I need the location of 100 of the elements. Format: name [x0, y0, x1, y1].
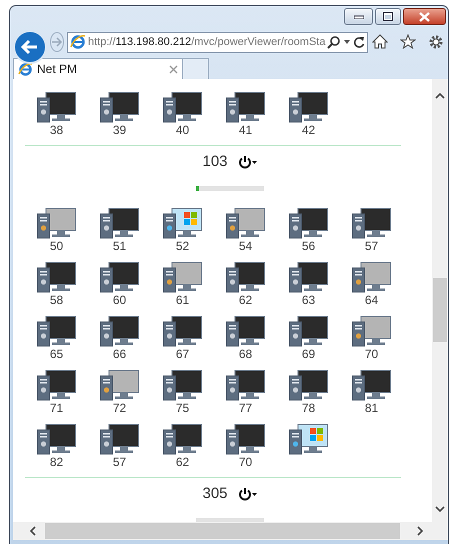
settings-icon[interactable]: [428, 34, 444, 50]
progress-bar: [196, 186, 264, 191]
computer-icon[interactable]: [288, 316, 328, 347]
computer-number: 51: [112, 239, 126, 253]
close-icon: [419, 12, 430, 22]
computer-icon[interactable]: [100, 370, 140, 401]
browser-tab[interactable]: Net PM: [13, 58, 183, 79]
computer-icon[interactable]: [226, 262, 266, 293]
horizontal-scrollbar[interactable]: [13, 522, 448, 540]
computer-icon[interactable]: [36, 370, 76, 401]
power-menu-button[interactable]: [238, 487, 258, 501]
computer-icon[interactable]: [100, 208, 140, 239]
computer-number: 57: [112, 455, 126, 469]
computer-number: 57: [364, 239, 378, 253]
scroll-left-icon[interactable]: [29, 526, 37, 536]
search-icon[interactable]: [327, 35, 342, 49]
scroll-up-icon[interactable]: [435, 92, 445, 100]
refresh-icon[interactable]: [353, 36, 366, 48]
computer-number: 70: [364, 347, 378, 361]
computer-icon[interactable]: [288, 92, 328, 123]
computer-number: 75: [176, 401, 190, 415]
scroll-down-icon[interactable]: [435, 505, 445, 513]
computer-number: 41: [238, 123, 252, 137]
computer-icon[interactable]: [162, 208, 202, 239]
computer-icon[interactable]: [162, 370, 202, 401]
computer-number: 42: [302, 123, 316, 137]
computer-number: 40: [176, 123, 190, 137]
computer-number: 50: [50, 239, 64, 253]
computer-number: 38: [50, 123, 64, 137]
computer-number: 72: [112, 401, 126, 415]
power-menu-button[interactable]: [238, 155, 258, 169]
caret-icon[interactable]: [343, 39, 352, 45]
scroll-thumb[interactable]: [433, 278, 447, 342]
minimize-button[interactable]: [344, 8, 373, 25]
computer-icon[interactable]: [226, 92, 266, 123]
computer-number: 82: [50, 455, 64, 469]
computer-icon[interactable]: [100, 262, 140, 293]
computer-icon[interactable]: [288, 208, 328, 239]
computer-icon[interactable]: [352, 208, 392, 239]
computer-number: 67: [176, 347, 190, 361]
back-arrow-icon: [21, 39, 39, 55]
computer-icon[interactable]: [226, 316, 266, 347]
computer-icon[interactable]: [162, 316, 202, 347]
room-number: 103: [202, 152, 228, 172]
computer-icon[interactable]: [226, 424, 266, 455]
computer-icon[interactable]: [100, 316, 140, 347]
computer-icon[interactable]: [288, 370, 328, 401]
computer-number: 71: [50, 401, 64, 415]
computer-icon[interactable]: [226, 370, 266, 401]
computer-number: 62: [238, 293, 252, 307]
computer-icon[interactable]: [100, 92, 140, 123]
computer-number: 66: [112, 347, 126, 361]
home-icon[interactable]: [372, 34, 388, 49]
computer-icon[interactable]: [226, 208, 266, 239]
browser-logo-icon: [18, 62, 33, 76]
maximize-icon: [383, 12, 393, 21]
scroll-thumb[interactable]: [45, 523, 400, 539]
vertical-scrollbar[interactable]: [432, 79, 448, 522]
computer-number: 39: [112, 123, 126, 137]
close-icon[interactable]: [169, 64, 178, 74]
computer-number: 63: [302, 293, 316, 307]
computer-icon[interactable]: [36, 316, 76, 347]
computer-icon[interactable]: [36, 208, 76, 239]
computer-number: 56: [302, 239, 316, 253]
computer-icon[interactable]: [36, 92, 76, 123]
star-icon[interactable]: [400, 34, 416, 49]
computer-icon[interactable]: [288, 262, 328, 293]
scroll-right-icon[interactable]: [416, 526, 424, 536]
close-button[interactable]: [403, 8, 446, 25]
computer-number: 64: [364, 293, 378, 307]
forward-arrow-icon: [51, 37, 63, 47]
computer-number: 58: [50, 293, 64, 307]
computer-icon[interactable]: [162, 424, 202, 455]
computer-icon[interactable]: [352, 370, 392, 401]
computer-icon[interactable]: [288, 424, 328, 455]
computer-icon[interactable]: [352, 262, 392, 293]
minimize-icon: [354, 14, 364, 18]
computer-number: 77: [238, 401, 252, 415]
computer-icon[interactable]: [36, 424, 76, 455]
computer-number: 65: [50, 347, 64, 361]
computer-icon[interactable]: [162, 262, 202, 293]
room-number: 305: [202, 484, 228, 504]
browser-logo-icon: [70, 34, 86, 50]
computer-number: 68: [238, 347, 252, 361]
maximize-button[interactable]: [375, 8, 401, 25]
computer-number: 61: [176, 293, 190, 307]
tab-title: Net PM: [37, 61, 78, 78]
computer-icon[interactable]: [100, 424, 140, 455]
computer-number: 60: [112, 293, 126, 307]
computer-icon[interactable]: [352, 316, 392, 347]
computer-icon[interactable]: [162, 92, 202, 123]
address-field[interactable]: http://113.198.80.212/mvc/powerViewer/roomSta: [67, 32, 368, 52]
computer-icon[interactable]: [36, 262, 76, 293]
computer-number: 69: [302, 347, 316, 361]
computer-number: 62: [176, 455, 190, 469]
computer-number: 70: [238, 455, 252, 469]
computer-number: 52: [176, 239, 190, 253]
computer-number: 81: [364, 401, 378, 415]
power-icon: [238, 155, 258, 169]
computer-number: 78: [302, 401, 316, 415]
